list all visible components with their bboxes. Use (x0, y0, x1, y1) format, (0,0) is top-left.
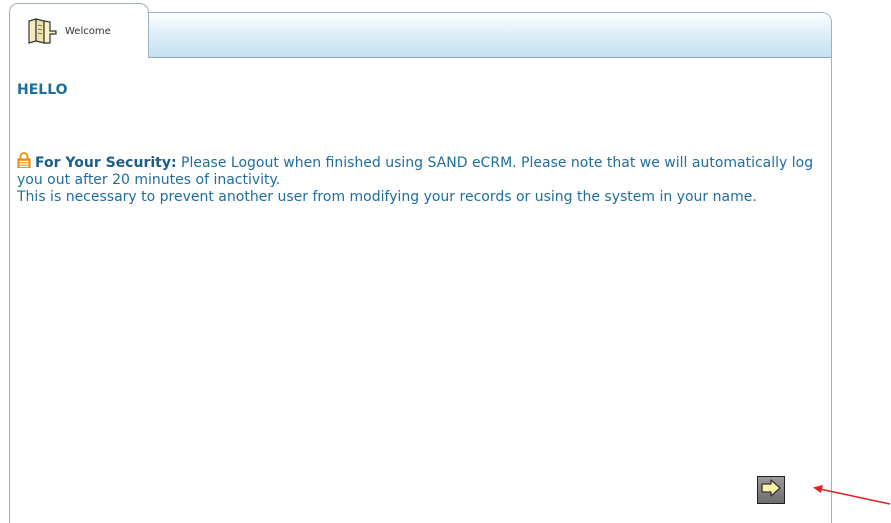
annotation-arrow-icon (813, 485, 891, 505)
lock-icon (17, 152, 31, 169)
next-button[interactable] (757, 476, 785, 504)
book-icon (26, 17, 60, 45)
welcome-content: HELLO For Your Security: Please Logout w… (17, 81, 817, 206)
security-heading: For Your Security: (35, 155, 177, 171)
tab-welcome[interactable]: Welcome (9, 3, 149, 58)
security-notice: For Your Security: Please Logout when fi… (17, 152, 817, 206)
arrow-right-icon (761, 479, 781, 501)
security-paragraph: For Your Security: Please Logout when fi… (17, 152, 817, 189)
security-line-2: This is necessary to prevent another use… (17, 189, 757, 205)
greeting-heading: HELLO (17, 82, 68, 98)
tab-welcome-label: Welcome (65, 25, 111, 37)
